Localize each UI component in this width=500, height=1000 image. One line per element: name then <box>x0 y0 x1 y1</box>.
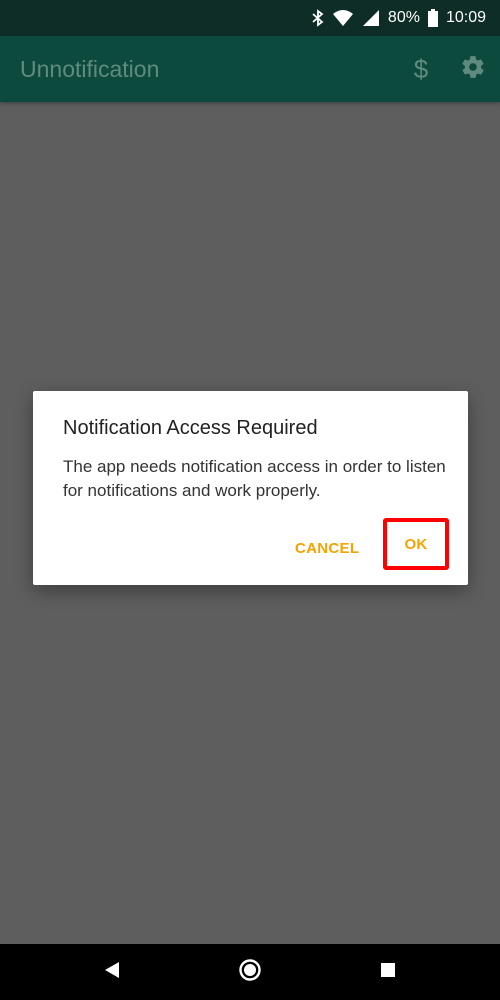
navigation-bar <box>0 944 500 1000</box>
recents-icon <box>380 962 396 983</box>
home-icon <box>238 958 262 987</box>
back-icon <box>104 961 120 984</box>
app-bar: Unnotification $ <box>0 36 500 102</box>
notification-access-dialog: Notification Access Required The app nee… <box>33 391 468 585</box>
dollar-icon[interactable]: $ <box>406 54 436 85</box>
status-icons: 80% 10:09 <box>312 0 486 36</box>
app-title: Unnotification <box>20 56 160 82</box>
dialog-message: The app needs notification access in ord… <box>63 457 446 500</box>
cancel-button[interactable]: CANCEL <box>295 540 359 557</box>
clock: 10:09 <box>445 9 486 26</box>
recents-button[interactable] <box>363 944 413 1000</box>
dialog-title: Notification Access Required <box>63 417 318 439</box>
battery-percent: 80% <box>387 9 420 26</box>
app-actions: $ <box>406 36 486 102</box>
back-button[interactable] <box>87 944 137 1000</box>
ok-button-label: OK <box>404 535 428 553</box>
signal-icon <box>362 9 380 27</box>
ok-button[interactable]: OK <box>383 518 449 570</box>
battery-icon <box>427 9 438 27</box>
gear-icon[interactable] <box>460 54 486 85</box>
bluetooth-icon <box>312 9 324 27</box>
phone-screen: 80% 10:09 Unnotification $ Notification … <box>0 0 500 1000</box>
status-bar: 80% 10:09 <box>0 0 500 36</box>
wifi-icon <box>332 9 354 27</box>
home-button[interactable] <box>225 944 275 1000</box>
